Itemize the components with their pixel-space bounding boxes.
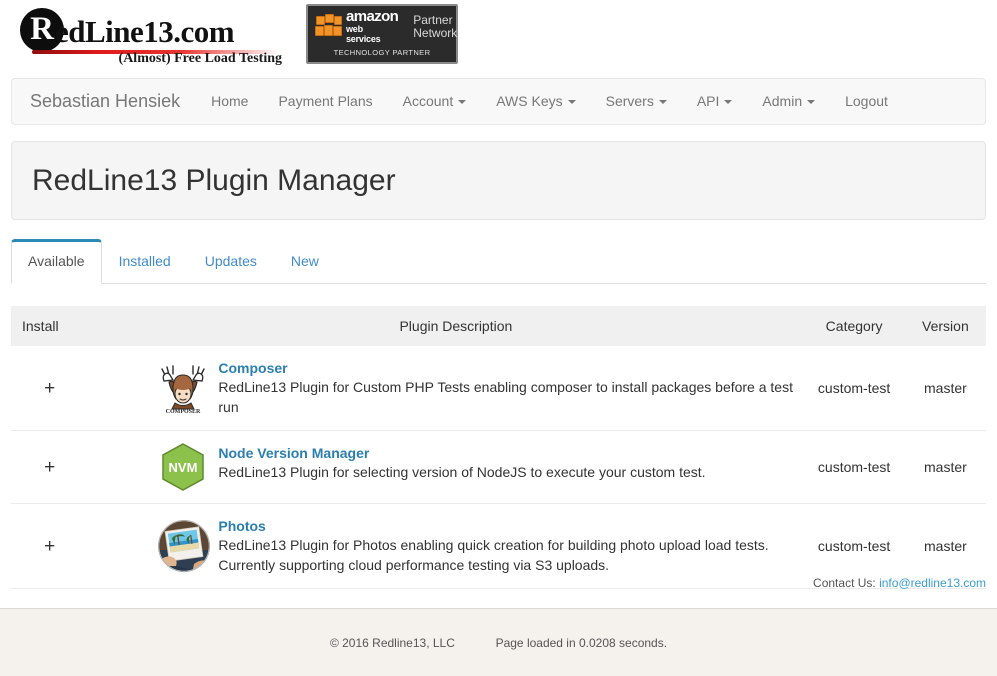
nav-item-payment-plans[interactable]: Payment Plans xyxy=(263,79,387,124)
chevron-down-icon xyxy=(724,100,732,104)
contact-email-link[interactable]: info@redline13.com xyxy=(879,576,986,590)
table-row: + xyxy=(11,346,986,431)
navbar-username[interactable]: Sebastian Hensiek xyxy=(12,79,196,124)
plugin-name-link[interactable]: Photos xyxy=(218,517,795,535)
plugins-table-head: Install Plugin Description Category Vers… xyxy=(11,306,986,346)
category-cell: custom-test xyxy=(803,346,904,431)
contact-us-label: Contact Us: xyxy=(813,576,876,590)
nav-item-servers-label: Servers xyxy=(606,93,654,109)
chevron-down-icon xyxy=(568,100,576,104)
nav-item-logout-label: Logout xyxy=(845,93,888,109)
nav-item-admin-label: Admin xyxy=(762,93,802,109)
nav-item-api-label: API xyxy=(697,93,720,109)
nav-item-account[interactable]: Account xyxy=(388,79,482,124)
install-cell: + xyxy=(11,431,108,504)
composer-icon: COMPOSER xyxy=(156,361,210,415)
header-version: Version xyxy=(905,306,986,346)
aws-boxes-icon xyxy=(314,14,344,40)
description-cell: COMPOSER Composer RedLine13 Plugin for C… xyxy=(108,346,803,431)
plugins-table-body: + xyxy=(11,346,986,589)
page-title: RedLine13 Plugin Manager xyxy=(12,164,396,198)
tab-available[interactable]: Available xyxy=(11,239,102,284)
svg-text:NVM: NVM xyxy=(169,460,198,475)
redline13-logo-letter: R xyxy=(30,13,54,46)
nvm-icon: NVM xyxy=(156,440,210,494)
redline13-logo-tagline: (Almost) Free Load Testing xyxy=(119,51,282,67)
footer-load-time: Page loaded in 0.0208 seconds. xyxy=(496,636,667,650)
photos-icon xyxy=(158,520,210,572)
header-plugin-description: Plugin Description xyxy=(108,306,803,346)
tab-updates[interactable]: Updates xyxy=(188,239,274,284)
redline13-logo[interactable]: R edLine13.com (Almost) Free Load Testin… xyxy=(20,6,282,62)
footer-copyright: © 2016 Redline13, LLC xyxy=(330,636,455,650)
site-header: R edLine13.com (Almost) Free Load Testin… xyxy=(0,0,997,68)
main-navbar: Sebastian Hensiek Home Payment Plans Acc… xyxy=(11,78,986,125)
plugin-description-text: RedLine13 Plugin for Photos enabling qui… xyxy=(218,535,795,575)
page-header-panel: RedLine13 Plugin Manager xyxy=(11,141,986,220)
install-cell: + xyxy=(11,504,108,589)
aws-technology-partner-text: TECHNOLOGY PARTNER xyxy=(314,48,450,57)
table-row: + NVM Node Version Manager RedLine13 xyxy=(11,431,986,504)
nav-item-home[interactable]: Home xyxy=(196,79,263,124)
version-cell: master xyxy=(905,346,986,431)
tab-new-label: New xyxy=(291,253,319,269)
aws-partner-line2: Network xyxy=(413,27,457,40)
nav-item-api[interactable]: API xyxy=(682,79,748,124)
chevron-down-icon xyxy=(807,100,815,104)
contact-us: Contact Us: info@redline13.com xyxy=(813,576,986,590)
plugins-table: Install Plugin Description Category Vers… xyxy=(11,306,986,589)
tab-updates-label: Updates xyxy=(205,253,257,269)
tab-new[interactable]: New xyxy=(274,239,336,284)
page-root: R edLine13.com (Almost) Free Load Testin… xyxy=(0,0,997,676)
aws-wordmark: amazon web services xyxy=(346,10,398,44)
nav-item-home-label: Home xyxy=(211,93,248,109)
plugin-tabs: Available Installed Updates New xyxy=(11,240,986,284)
category-cell: custom-test xyxy=(803,431,904,504)
plugin-name-link[interactable]: Composer xyxy=(218,359,795,377)
redline13-logo-word: edLine13.com xyxy=(55,14,234,50)
aws-partner-network-text: Partner Network xyxy=(413,14,457,40)
nav-item-aws-keys-label: AWS Keys xyxy=(496,93,562,109)
chevron-down-icon xyxy=(458,100,466,104)
aws-partner-network-badge: amazon web services Partner Network TECH… xyxy=(306,4,458,64)
install-plugin-button[interactable]: + xyxy=(38,535,61,558)
chevron-down-icon xyxy=(659,100,667,104)
nav-item-servers[interactable]: Servers xyxy=(591,79,682,124)
aws-webservices-text: web services xyxy=(346,24,398,44)
table-header-row: Install Plugin Description Category Vers… xyxy=(11,306,986,346)
nav-item-payment-plans-label: Payment Plans xyxy=(278,93,372,109)
description-cell: Photos RedLine13 Plugin for Photos enabl… xyxy=(108,504,803,589)
header-category: Category xyxy=(803,306,904,346)
tab-installed[interactable]: Installed xyxy=(102,239,188,284)
aws-amazon-text: amazon xyxy=(346,10,398,24)
aws-badge-top-row: amazon web services Partner Network xyxy=(314,11,450,43)
svg-text:COMPOSER: COMPOSER xyxy=(166,409,201,415)
plugins-table-container: Install Plugin Description Category Vers… xyxy=(11,306,986,589)
plugin-description-text: RedLine13 Plugin for Custom PHP Tests en… xyxy=(218,377,795,417)
footer-text: © 2016 Redline13, LLC Page loaded in 0.0… xyxy=(330,636,667,650)
install-plugin-button[interactable]: + xyxy=(38,456,61,479)
tab-available-label: Available xyxy=(28,253,85,269)
site-footer: © 2016 Redline13, LLC Page loaded in 0.0… xyxy=(0,608,997,676)
install-plugin-button[interactable]: + xyxy=(38,377,61,400)
description-cell: NVM Node Version Manager RedLine13 Plugi… xyxy=(108,431,803,504)
nav-item-aws-keys[interactable]: AWS Keys xyxy=(481,79,590,124)
version-cell: master xyxy=(905,431,986,504)
nav-item-admin[interactable]: Admin xyxy=(747,79,830,124)
plugin-name-link[interactable]: Node Version Manager xyxy=(218,444,795,462)
nav-item-account-label: Account xyxy=(403,93,454,109)
install-cell: + xyxy=(11,346,108,431)
plugin-description-text: RedLine13 Plugin for selecting version o… xyxy=(218,462,795,482)
header-install: Install xyxy=(11,306,108,346)
nav-item-logout[interactable]: Logout xyxy=(830,79,903,124)
tab-installed-label: Installed xyxy=(119,253,171,269)
